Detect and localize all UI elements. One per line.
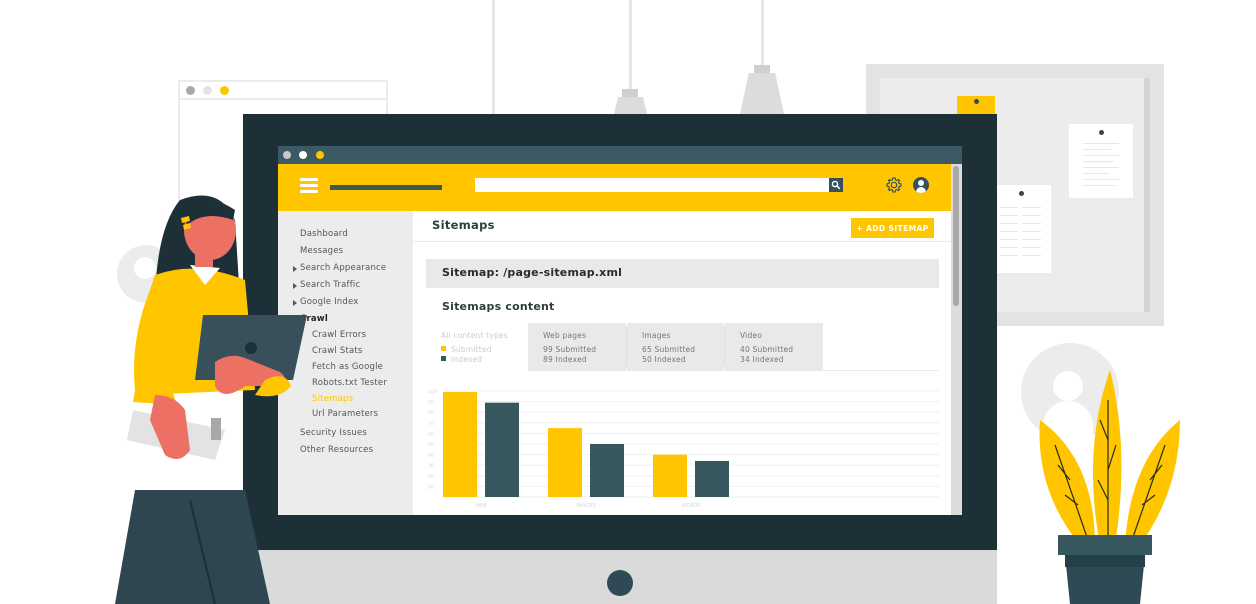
window-maximize-dot[interactable] xyxy=(316,151,324,159)
window-close-dot[interactable] xyxy=(283,151,291,159)
y-tick-label: 40 xyxy=(428,453,434,459)
tab-web-pages[interactable]: Web pages 99 Submitted 89 Indexed xyxy=(528,323,626,371)
leaf xyxy=(1039,420,1095,545)
bar-indexed-videos xyxy=(695,460,729,497)
lamp-cap xyxy=(754,65,770,73)
leaf xyxy=(1092,370,1122,545)
content-heading: Sitemaps content xyxy=(442,300,555,313)
gear-icon[interactable] xyxy=(885,176,903,194)
y-tick-label: 80 xyxy=(428,410,434,416)
lamp-wire xyxy=(629,0,632,90)
legend-submitted: Submitted xyxy=(441,345,528,355)
bar-indexed-web xyxy=(485,402,519,497)
header-divider xyxy=(413,241,951,242)
sitemap-banner: Sitemap: /page-sitemap.xml xyxy=(426,259,939,288)
indexed-count: 50 Indexed xyxy=(642,355,686,364)
sticky-note xyxy=(957,96,995,116)
app-window: Dashboard Messages Search Appearance Sea… xyxy=(278,146,962,515)
plant-illustration xyxy=(1039,370,1180,604)
y-tick-label: 20 xyxy=(428,474,434,480)
window-dot xyxy=(186,86,195,95)
tab-label: Images xyxy=(642,331,671,340)
pot-rim xyxy=(1058,535,1152,555)
pin-board-edge xyxy=(1144,78,1150,312)
search-input[interactable] xyxy=(475,178,829,192)
y-tick-label: 60 xyxy=(428,431,434,437)
sitemap-heading: Sitemap: /page-sitemap.xml xyxy=(442,266,623,279)
lamp-wire xyxy=(761,0,764,66)
add-sitemap-button[interactable]: + ADD SITEMAP xyxy=(851,218,934,238)
x-tick-label: WEB xyxy=(475,503,487,509)
submitted-count: 65 Submitted xyxy=(642,345,696,354)
y-tick-label: 50 xyxy=(428,442,434,448)
legend-indexed: Indexed xyxy=(441,355,528,365)
lamp-shade xyxy=(740,73,784,114)
pinned-note xyxy=(990,185,1051,273)
sitemap-bar-chart: 10 20 30 40 50 60 70 80 90 100 WEB IMAGES VIDEOS xyxy=(428,389,939,509)
indexed-count: 89 Indexed xyxy=(543,355,587,364)
y-tick-label: 100 xyxy=(428,389,437,395)
legend-swatch-indexed xyxy=(441,356,446,361)
y-tick-label: 90 xyxy=(428,400,434,406)
bar-submitted-web xyxy=(443,392,477,497)
bar-submitted-videos xyxy=(653,454,687,497)
y-tick-label: 70 xyxy=(428,421,434,427)
app-header xyxy=(278,164,951,211)
pinned-note xyxy=(1069,124,1133,198)
lamp-shade xyxy=(614,97,647,114)
search-button[interactable] xyxy=(829,178,843,192)
window-dot xyxy=(203,86,212,95)
indexed-count: 34 Indexed xyxy=(740,355,784,364)
tab-label: Video xyxy=(740,331,763,340)
legend-swatch-submitted xyxy=(441,346,446,351)
x-tick-label: VIDEOS xyxy=(681,503,700,509)
search-icon xyxy=(831,180,841,190)
brand-logo-placeholder xyxy=(330,185,442,190)
y-tick-label: 30 xyxy=(428,463,434,469)
submitted-count: 99 Submitted xyxy=(543,345,597,354)
tab-all-content-types[interactable]: All content types Submitted Indexed xyxy=(426,323,528,371)
scrollbar-thumb[interactable] xyxy=(953,166,959,306)
woman-illustration xyxy=(115,195,307,604)
window-minimize-dot[interactable] xyxy=(299,151,307,159)
tab-label: Web pages xyxy=(543,331,587,340)
bar-submitted-images xyxy=(548,428,582,497)
lamp-wire xyxy=(492,0,495,114)
tab-label: All content types xyxy=(441,331,508,340)
page-title: Sitemaps xyxy=(432,218,495,232)
user-avatar-icon[interactable] xyxy=(913,177,929,193)
monitor-power-dot xyxy=(607,570,633,596)
background-window-bar xyxy=(180,82,386,100)
y-tick-label: 10 xyxy=(428,484,434,490)
tab-video[interactable]: Video 40 Submitted 34 Indexed xyxy=(725,323,823,371)
x-tick-label: IMAGES xyxy=(576,503,595,509)
content-type-tabs: All content types Submitted Indexed Web … xyxy=(426,323,939,371)
tab-images[interactable]: Images 65 Submitted 50 Indexed xyxy=(627,323,724,371)
submitted-count: 40 Submitted xyxy=(740,345,794,354)
window-dot xyxy=(220,86,229,95)
window-titlebar xyxy=(278,146,962,164)
main-content: Sitemaps + ADD SITEMAP Sitemap: /page-si… xyxy=(413,211,951,515)
lamp-cap xyxy=(622,89,638,97)
bar-indexed-images xyxy=(590,444,624,497)
